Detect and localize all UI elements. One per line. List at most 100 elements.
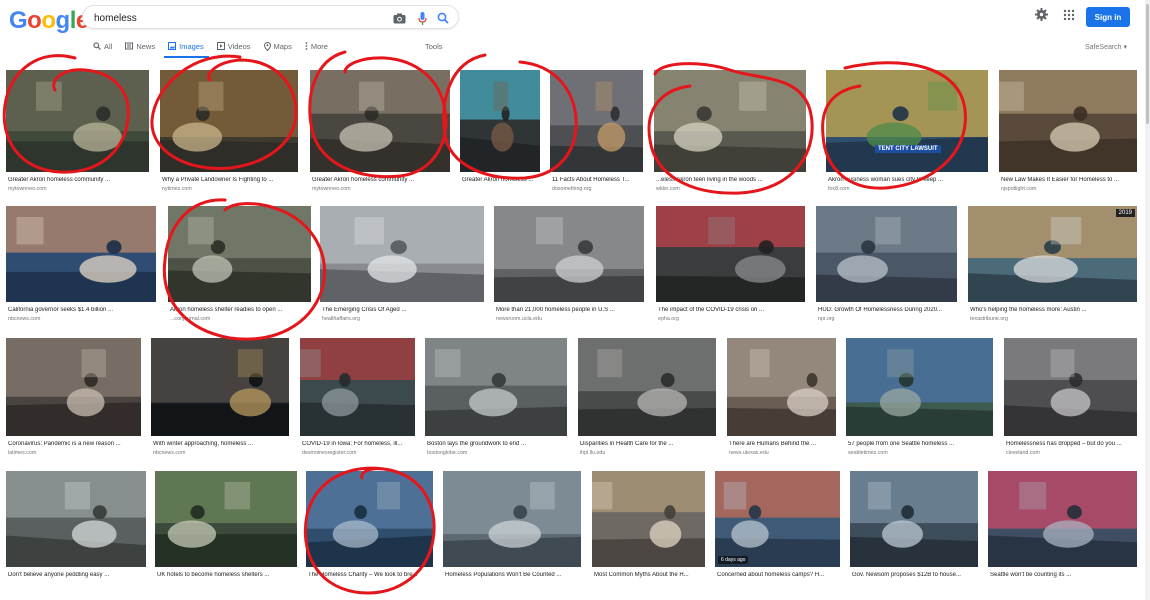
result-source[interactable]: newsroom.ucla.edu xyxy=(496,316,646,322)
result-source[interactable]: latimes.com xyxy=(8,450,143,456)
result-caption[interactable]: COVID-19 in Iowa: For homeless, ill... xyxy=(302,441,417,447)
result-source[interactable]: healthaffairs.org xyxy=(322,316,486,322)
result-thumbnail[interactable] xyxy=(727,338,836,436)
result-thumbnail[interactable] xyxy=(592,471,705,567)
sign-in-button[interactable]: Sign in xyxy=(1086,7,1130,27)
safesearch-menu[interactable]: SafeSearch ▾ xyxy=(1085,43,1127,51)
image-result[interactable]: COVID-19 in Iowa: For homeless, ill... de… xyxy=(300,338,415,460)
result-caption[interactable]: Greater Akron homeless ... xyxy=(462,177,542,183)
image-result[interactable]: Akron homeless shelter readies to open .… xyxy=(168,206,311,326)
result-thumbnail[interactable] xyxy=(999,70,1137,172)
image-result[interactable]: TENT CITY LAWSUIT Akron business woman su… xyxy=(826,70,988,196)
result-caption[interactable]: Akron business woman sues city to keep .… xyxy=(828,177,990,183)
result-caption[interactable]: 57 people from one Seattle homeless ... xyxy=(848,441,995,447)
result-caption[interactable]: Disparities in Health Care for the ... xyxy=(580,441,718,447)
search-input[interactable] xyxy=(94,10,384,26)
result-thumbnail[interactable] xyxy=(443,471,581,567)
image-result[interactable]: California governor seeks $1.4 billion .… xyxy=(6,206,156,326)
result-source[interactable]: wkbn.com xyxy=(656,186,808,192)
result-thumbnail[interactable] xyxy=(460,70,540,172)
tab-all[interactable]: All xyxy=(93,40,112,52)
image-result[interactable]: Seattle won't be counting its ... xyxy=(988,471,1137,591)
result-thumbnail[interactable] xyxy=(425,338,567,436)
result-source[interactable]: cleveland.com xyxy=(1006,450,1139,456)
result-caption[interactable]: Don't believe anyone peddling easy ... xyxy=(8,572,148,578)
image-result[interactable]: 11 Facts About Homeless T... dosomething.… xyxy=(550,70,643,196)
image-result[interactable]: With winter approaching, homeless ... nbc… xyxy=(151,338,289,460)
result-thumbnail[interactable] xyxy=(6,70,149,172)
result-source[interactable]: mytownneo.com xyxy=(312,186,452,192)
result-source[interactable]: ...conjournal.com xyxy=(170,316,313,322)
result-caption[interactable]: Coronavirus: Pandemic is a new reason ..… xyxy=(8,441,143,447)
result-source[interactable]: nytimes.com xyxy=(162,186,300,192)
image-result[interactable]: HUD: Growth Of Homelessness During 2020.… xyxy=(816,206,957,326)
result-caption[interactable]: ...eless Akron teen living in the woods … xyxy=(656,177,808,183)
result-source[interactable]: dosomething.org xyxy=(552,186,645,192)
image-result[interactable]: 6 days ago Concerned about homeless camps… xyxy=(715,471,840,591)
result-thumbnail[interactable] xyxy=(550,70,643,172)
microphone-icon[interactable] xyxy=(414,10,430,26)
image-result[interactable]: More than 21,000 homeless people in U.S … xyxy=(494,206,644,326)
image-result[interactable]: Why a Private Landowner Is Fighting to .… xyxy=(160,70,298,196)
tab-videos[interactable]: Videos xyxy=(216,40,251,52)
result-thumbnail[interactable] xyxy=(988,471,1137,567)
result-caption[interactable]: The Emerging Crisis Of Aged ... xyxy=(322,307,486,313)
result-thumbnail[interactable] xyxy=(715,471,840,567)
result-caption[interactable]: Seattle won't be counting its ... xyxy=(990,572,1139,578)
camera-icon[interactable] xyxy=(391,10,407,26)
image-result[interactable]: The Emerging Crisis Of Aged ... healthaff… xyxy=(320,206,484,326)
image-result[interactable]: Coronavirus: Pandemic is a new reason ..… xyxy=(6,338,141,460)
image-result[interactable]: The impact of the COVID-19 crisis on ...… xyxy=(656,206,805,326)
result-thumbnail[interactable] xyxy=(1004,338,1137,436)
tab-images[interactable]: Images xyxy=(168,40,204,52)
result-caption[interactable]: Boston lays the groundwork to end ... xyxy=(427,441,569,447)
image-result[interactable]: Homeless Populations Won't Be Counted ..… xyxy=(443,471,581,591)
result-caption[interactable]: Greater Akron homeless community ... xyxy=(312,177,452,183)
image-result[interactable]: Homelessness has dropped – but do you ..… xyxy=(1004,338,1137,460)
result-caption[interactable]: Greater Akron homeless community ... xyxy=(8,177,151,183)
image-result[interactable]: There are Humans Behind the ... news.utex… xyxy=(727,338,836,460)
result-caption[interactable]: HUD: Growth Of Homelessness During 2020.… xyxy=(818,307,959,313)
result-thumbnail[interactable] xyxy=(6,338,141,436)
result-thumbnail[interactable] xyxy=(6,206,156,302)
result-thumbnail[interactable] xyxy=(826,70,988,172)
result-source[interactable]: seattletimes.com xyxy=(848,450,995,456)
result-source[interactable]: news.utexas.edu xyxy=(729,450,838,456)
result-thumbnail[interactable] xyxy=(6,471,146,567)
result-source[interactable]: npr.org xyxy=(818,316,959,322)
settings-gear-icon[interactable] xyxy=(1035,8,1048,26)
result-thumbnail[interactable] xyxy=(168,206,311,302)
image-result[interactable]: 57 people from one Seattle homeless ... s… xyxy=(846,338,993,460)
result-source[interactable]: fox8.com xyxy=(828,186,990,192)
result-thumbnail[interactable] xyxy=(850,471,978,567)
result-caption[interactable]: Most Common Myths About the H... xyxy=(594,572,707,578)
result-caption[interactable]: UK hotels to become homeless shelters ..… xyxy=(157,572,299,578)
result-thumbnail[interactable] xyxy=(306,471,433,567)
result-caption[interactable]: More than 21,000 homeless people in U.S … xyxy=(496,307,646,313)
scrollbar-thumb[interactable] xyxy=(1146,4,1149,124)
result-source[interactable]: desmoinesregister.com xyxy=(302,450,417,456)
google-logo[interactable]: Google xyxy=(9,7,89,35)
image-result[interactable]: Boston lays the groundwork to end ... bos… xyxy=(425,338,567,460)
result-thumbnail[interactable] xyxy=(656,206,805,302)
result-thumbnail[interactable] xyxy=(155,471,297,567)
result-source[interactable]: ihpl.llu.edu xyxy=(580,450,718,456)
apps-grid-icon[interactable] xyxy=(1063,8,1075,26)
result-thumbnail[interactable] xyxy=(846,338,993,436)
image-result[interactable]: Greater Akron homeless community ... myto… xyxy=(310,70,450,196)
result-source[interactable]: epha.org xyxy=(658,316,807,322)
result-caption[interactable]: The impact of the COVID-19 crisis on ... xyxy=(658,307,807,313)
result-source[interactable]: bostonglobe.com xyxy=(427,450,569,456)
result-caption[interactable]: Akron homeless shelter readies to open .… xyxy=(170,307,313,313)
result-thumbnail[interactable] xyxy=(654,70,806,172)
image-result[interactable]: Don't believe anyone peddling easy ... xyxy=(6,471,146,591)
result-thumbnail[interactable] xyxy=(151,338,289,436)
tab-more[interactable]: More xyxy=(305,40,328,52)
search-icon[interactable] xyxy=(435,10,451,26)
result-source[interactable]: texastribune.org xyxy=(970,316,1139,322)
result-caption[interactable]: Why a Private Landowner Is Fighting to .… xyxy=(162,177,300,183)
result-thumbnail[interactable] xyxy=(494,206,644,302)
result-thumbnail[interactable] xyxy=(320,206,484,302)
result-thumbnail[interactable] xyxy=(578,338,716,436)
image-result[interactable]: Disparities in Health Care for the ... ih… xyxy=(578,338,716,460)
